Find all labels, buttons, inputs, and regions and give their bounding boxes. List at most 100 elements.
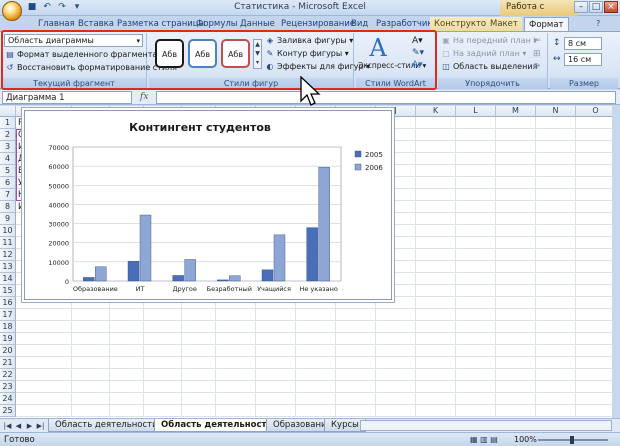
row-header-22[interactable]: 22 <box>0 369 16 381</box>
width-spinbox[interactable]: 16 см <box>564 53 602 66</box>
shape-styles-gallery-scroll[interactable]: ▲ ▼ ▾ <box>253 39 262 69</box>
shape-outline-button[interactable]: ✎ Контур фигуры ▾ <box>265 48 349 60</box>
row-header-16[interactable]: 16 <box>0 297 16 309</box>
mouse-cursor-icon <box>300 76 321 106</box>
prev-sheet-icon[interactable]: ◀ <box>14 421 23 431</box>
row-header-20[interactable]: 20 <box>0 345 16 357</box>
column-header-n[interactable]: N <box>536 106 576 117</box>
row-header-19[interactable]: 19 <box>0 333 16 345</box>
last-sheet-icon[interactable]: ▶| <box>36 421 45 431</box>
redo-icon[interactable]: ↷ <box>56 2 68 13</box>
wordart-a-icon[interactable]: A <box>367 35 389 61</box>
format-selection-button[interactable]: ▤ Формат выделенного фрагмента <box>5 49 157 61</box>
text-effects-icon[interactable]: A▾ <box>412 60 423 70</box>
align-icon[interactable]: ⊨ <box>533 36 541 46</box>
view-buttons[interactable]: ▦ ▥ ▤ <box>470 435 498 444</box>
selection-pane-button[interactable]: ◫ Область выделения <box>441 61 537 73</box>
tab-developer[interactable]: Разработчик <box>372 17 437 32</box>
row-header-1[interactable]: 1 <box>0 117 16 129</box>
ribbon-tabs: Главная Вставка Разметка страницы Формул… <box>0 16 620 32</box>
row-header-11[interactable]: 11 <box>0 237 16 249</box>
column-header-m[interactable]: M <box>496 106 536 117</box>
row-header-5[interactable]: 5 <box>0 165 16 177</box>
select-all-corner[interactable] <box>0 106 16 117</box>
name-box[interactable]: Диаграмма 1 <box>2 91 132 104</box>
shape-effects-button[interactable]: ◐ Эффекты для фигур ▾ <box>265 61 371 73</box>
row-header-15[interactable]: 15 <box>0 285 16 297</box>
gridline-horizontal <box>16 404 612 405</box>
tab-format[interactable]: Формат <box>524 17 569 32</box>
fx-icon[interactable]: fx <box>140 91 154 104</box>
customize-qat-icon[interactable]: ▾ <box>71 2 83 13</box>
text-fill-icon[interactable]: A▾ <box>412 36 423 46</box>
row-header-18[interactable]: 18 <box>0 321 16 333</box>
bar-2005-1 <box>127 260 140 282</box>
gridline-vertical <box>455 117 456 417</box>
format-selection-icon: ▤ <box>6 50 14 59</box>
zoom-slider-thumb[interactable] <box>570 436 574 444</box>
row-header-24[interactable]: 24 <box>0 393 16 405</box>
window-controls: – □ × <box>574 1 618 13</box>
shape-style-red-swatch[interactable]: Абв <box>221 39 250 68</box>
shape-style-blue-swatch[interactable]: Абв <box>188 39 217 68</box>
shape-fill-button[interactable]: ◈ Заливка фигуры ▾ <box>265 35 353 47</box>
tab-layout[interactable]: Макет <box>486 17 522 32</box>
bring-forward-button[interactable]: ▣ На передний план ▾ <box>441 35 537 47</box>
row-header-9[interactable]: 9 <box>0 213 16 225</box>
text-outline-icon[interactable]: ✎▾ <box>412 48 424 58</box>
column-header-l[interactable]: L <box>456 106 496 117</box>
first-sheet-icon[interactable]: |◀ <box>3 421 12 431</box>
rotate-icon[interactable]: ⟳ <box>533 62 541 72</box>
status-ready: Готово <box>4 435 35 445</box>
office-button[interactable] <box>2 1 22 21</box>
row-header-23[interactable]: 23 <box>0 381 16 393</box>
group-label-wordart: Стили WordArt <box>356 78 435 89</box>
y-tick-label: 30000 <box>48 221 69 229</box>
row-header-10[interactable]: 10 <box>0 225 16 237</box>
group-objects-icon[interactable]: ⊞ <box>533 49 541 59</box>
row-header-21[interactable]: 21 <box>0 357 16 369</box>
wordart-express-label: Экспресс-стили <box>358 61 421 70</box>
chart-elements-dropdown[interactable]: Область диаграммы ▾ <box>4 34 143 47</box>
row-header-7[interactable]: 7 <box>0 189 16 201</box>
tab-insert[interactable]: Вставка <box>74 17 118 32</box>
row-header-4[interactable]: 4 <box>0 153 16 165</box>
save-icon[interactable]: ■ <box>26 2 38 13</box>
row-header-3[interactable]: 3 <box>0 141 16 153</box>
minimize-button[interactable]: – <box>574 1 588 13</box>
gridline-vertical <box>495 117 496 417</box>
bar-2006-2 <box>184 259 196 282</box>
row-header-13[interactable]: 13 <box>0 261 16 273</box>
height-spinbox[interactable]: 8 см <box>564 37 602 50</box>
send-backward-button[interactable]: ▢ На задний план ▾ <box>441 48 526 60</box>
x-category-label: Другое <box>172 285 196 293</box>
plot-area <box>72 146 342 282</box>
row-header-6[interactable]: 6 <box>0 177 16 189</box>
next-sheet-icon[interactable]: ▶ <box>25 421 34 431</box>
row-header-12[interactable]: 12 <box>0 249 16 261</box>
row-header-25[interactable]: 25 <box>0 405 16 417</box>
row-header-17[interactable]: 17 <box>0 309 16 321</box>
tab-data[interactable]: Данные <box>236 17 279 32</box>
close-button[interactable]: × <box>604 1 618 13</box>
column-header-o[interactable]: O <box>576 106 612 117</box>
tab-view[interactable]: Вид <box>347 17 372 32</box>
group-arrange: ▣ На передний план ▾ ▢ На задний план ▾ ◫ О… <box>438 33 548 89</box>
row-header-8[interactable]: 8 <box>0 201 16 213</box>
maximize-button[interactable]: □ <box>589 1 603 13</box>
shape-outline-label: Контур фигуры <box>277 49 343 58</box>
gridline-horizontal <box>16 356 612 357</box>
zoom-level[interactable]: 100% <box>514 434 537 446</box>
undo-icon[interactable]: ↶ <box>41 2 53 13</box>
tab-formulas[interactable]: Формулы <box>192 17 242 32</box>
shape-style-black-swatch[interactable]: Абв <box>155 39 184 68</box>
tab-home[interactable]: Главная <box>34 17 79 32</box>
row-header-2[interactable]: 2 <box>0 129 16 141</box>
formula-input[interactable] <box>156 91 616 104</box>
chart-area[interactable]: Контингент студентов 0 10000 20000 30000 4000… <box>24 110 392 300</box>
row-header-14[interactable]: 14 <box>0 273 16 285</box>
help-icon[interactable]: ? <box>596 19 606 29</box>
x-category-label: Учащийся <box>257 285 291 293</box>
column-header-k[interactable]: K <box>416 106 456 117</box>
horizontal-scrollbar[interactable] <box>360 420 612 431</box>
